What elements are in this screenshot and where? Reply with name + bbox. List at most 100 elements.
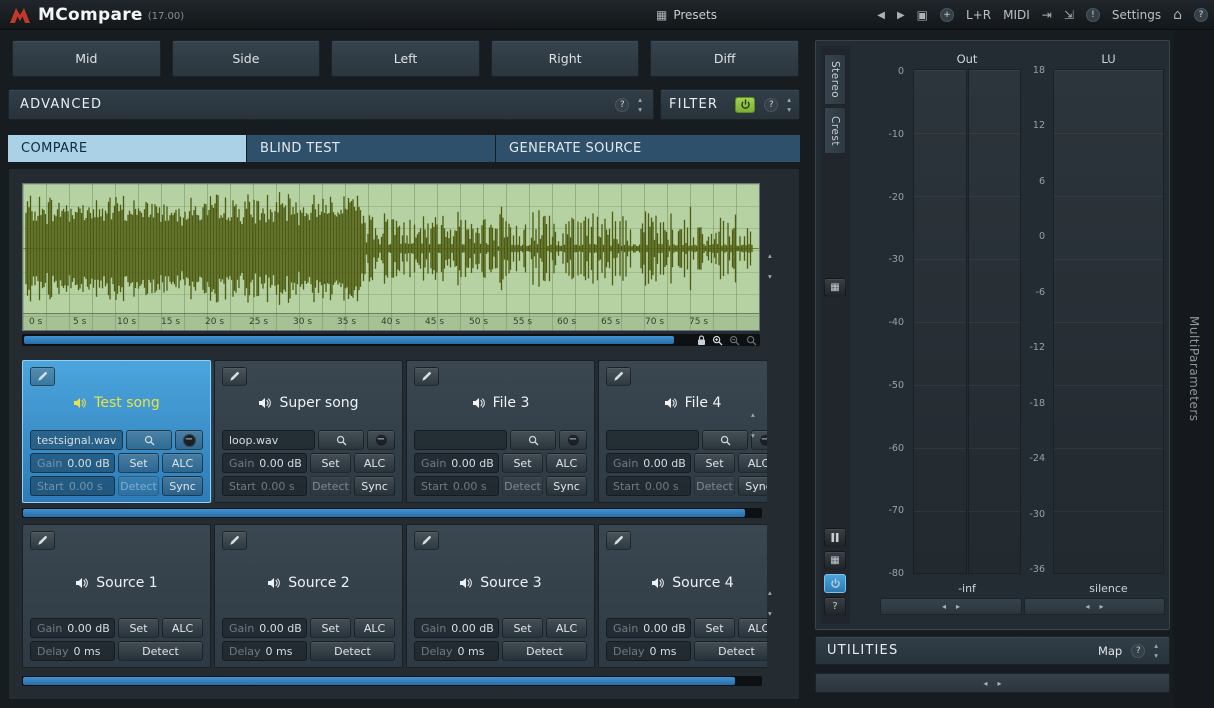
- filename-field[interactable]: [606, 430, 699, 450]
- multiparameters-strip[interactable]: MultiParameters: [1174, 30, 1214, 708]
- advanced-collapse-spinner[interactable]: ▴ ▾: [638, 96, 642, 113]
- help-icon[interactable]: ?: [1194, 8, 1208, 22]
- channel-button-left[interactable]: Left: [331, 40, 480, 77]
- zoom-all-icon[interactable]: [746, 335, 757, 346]
- browse-button[interactable]: [318, 430, 364, 450]
- tab-blind-test[interactable]: BLIND TEST: [247, 135, 495, 162]
- detect-button[interactable]: Detect: [502, 641, 587, 661]
- dock-icon[interactable]: ⇥: [1042, 8, 1052, 22]
- file-slots-scrollbar-handle[interactable]: [23, 509, 745, 517]
- meter-pause-button[interactable]: [824, 528, 846, 547]
- edit-button[interactable]: [414, 531, 439, 550]
- presets-button[interactable]: ▦ Presets: [656, 0, 717, 30]
- remove-button[interactable]: −: [559, 430, 587, 450]
- gain-field[interactable]: Gain 0.00 dB: [606, 453, 691, 473]
- filter-panel-bar[interactable]: FILTER ? ▴ ▾: [660, 89, 800, 120]
- set-button[interactable]: Set: [694, 618, 735, 638]
- next-preset-icon[interactable]: ▶: [897, 10, 905, 21]
- previous-preset-icon[interactable]: ◀: [877, 10, 885, 21]
- add-icon[interactable]: +: [940, 8, 955, 22]
- waveform-display[interactable]: [23, 184, 759, 313]
- sync-button[interactable]: Sync: [162, 476, 203, 496]
- alc-button[interactable]: ALC: [354, 618, 395, 638]
- channel-button-side[interactable]: Side: [171, 40, 321, 77]
- set-button[interactable]: Set: [310, 618, 351, 638]
- home-icon[interactable]: ⌂: [1173, 7, 1182, 23]
- set-button[interactable]: Set: [118, 618, 159, 638]
- source-slot[interactable]: Source 1 Gain 0.00 dB Set ALC Delay 0 ms…: [22, 524, 211, 668]
- source-slot[interactable]: Source 2 Gain 0.00 dB Set ALC Delay 0 ms…: [214, 524, 403, 668]
- delay-field[interactable]: Delay 0 ms: [606, 641, 691, 661]
- start-field[interactable]: Start 0.00 s: [222, 476, 307, 496]
- browse-button[interactable]: [126, 430, 172, 450]
- start-field[interactable]: Start 0.00 s: [606, 476, 691, 496]
- meter-tab-stereo[interactable]: Stereo: [824, 54, 846, 105]
- source-slots-count-spinner[interactable]: ▴ ▾: [768, 589, 772, 617]
- source-slots-scrollbar-handle[interactable]: [23, 677, 735, 685]
- gain-field[interactable]: Gain 0.00 dB: [414, 453, 499, 473]
- filter-collapse-spinner[interactable]: ▴ ▾: [787, 96, 791, 113]
- alc-button[interactable]: ALC: [354, 453, 395, 473]
- utilities-panel-bar[interactable]: UTILITIES Map ? ▴ ▾: [815, 636, 1170, 665]
- filename-field[interactable]: loop.wav: [222, 430, 315, 450]
- detect-button[interactable]: Detect: [118, 476, 159, 496]
- detect-button[interactable]: Detect: [310, 641, 395, 661]
- melda-logo-icon[interactable]: [9, 6, 31, 24]
- file-slot[interactable]: Super song loop.wav − Gain 0.00 dB Set A…: [214, 360, 403, 503]
- meter-table-button[interactable]: ▦: [824, 278, 846, 297]
- sync-button[interactable]: Sync: [546, 476, 587, 496]
- waveform-scrollbar[interactable]: [22, 334, 760, 346]
- screenshot-icon[interactable]: ▣: [917, 8, 928, 22]
- gain-field[interactable]: Gain 0.00 dB: [606, 618, 691, 638]
- set-button[interactable]: Set: [310, 453, 351, 473]
- start-field[interactable]: Start 0.00 s: [30, 476, 115, 496]
- channel-button-diff[interactable]: Diff: [650, 40, 799, 77]
- filename-field[interactable]: [414, 430, 507, 450]
- alc-button[interactable]: ALC: [738, 618, 767, 638]
- gain-field[interactable]: Gain 0.00 dB: [30, 453, 115, 473]
- meter-help-button[interactable]: ?: [824, 597, 846, 616]
- gain-field[interactable]: Gain 0.00 dB: [414, 618, 499, 638]
- file-slot[interactable]: File 3 − Gain 0.00 dB Set ALC Start 0.00…: [406, 360, 595, 503]
- lu-meter-range-slider[interactable]: ◂ ▸: [1024, 598, 1165, 615]
- utilities-collapse-spinner[interactable]: ▴ ▾: [1154, 642, 1158, 659]
- file-slots-count-spinner[interactable]: ▴ ▾: [751, 411, 755, 439]
- utilities-help-icon[interactable]: ?: [1131, 643, 1146, 658]
- filter-power-button[interactable]: [735, 96, 756, 113]
- sync-button[interactable]: Sync: [738, 476, 767, 496]
- lock-icon[interactable]: [697, 334, 706, 346]
- edit-button[interactable]: [30, 367, 55, 386]
- waveform-scrollbar-handle[interactable]: [24, 336, 674, 344]
- detect-button[interactable]: Detect: [694, 476, 735, 496]
- edit-button[interactable]: [222, 367, 247, 386]
- edit-button[interactable]: [30, 531, 55, 550]
- delay-field[interactable]: Delay 0 ms: [222, 641, 307, 661]
- gain-field[interactable]: Gain 0.00 dB: [222, 618, 307, 638]
- detect-button[interactable]: Detect: [694, 641, 767, 661]
- zoom-in-icon[interactable]: [712, 335, 723, 346]
- source-slot[interactable]: Source 3 Gain 0.00 dB Set ALC Delay 0 ms…: [406, 524, 595, 668]
- set-button[interactable]: Set: [694, 453, 735, 473]
- copy-icon[interactable]: ⇲: [1064, 8, 1074, 22]
- zoom-out-icon[interactable]: [729, 335, 740, 346]
- filename-field[interactable]: testsignal.wav: [30, 430, 123, 450]
- browse-button[interactable]: [702, 430, 748, 450]
- channel-button-right[interactable]: Right: [490, 40, 640, 77]
- midi-button[interactable]: MIDI: [1003, 8, 1030, 22]
- map-button[interactable]: Map: [1098, 644, 1122, 658]
- remove-button[interactable]: −: [175, 430, 203, 450]
- file-slot[interactable]: Test song testsignal.wav − Gain 0.00 dB …: [22, 360, 211, 503]
- delay-field[interactable]: Delay 0 ms: [414, 641, 499, 661]
- settings-button[interactable]: Settings: [1112, 8, 1161, 22]
- alc-button[interactable]: ALC: [738, 453, 767, 473]
- out-meter-range-slider[interactable]: ◂ ▸: [880, 598, 1022, 615]
- utilities-slider[interactable]: ◂ ▸: [815, 673, 1170, 693]
- detect-button[interactable]: Detect: [310, 476, 351, 496]
- alc-button[interactable]: ALC: [162, 453, 203, 473]
- file-slots-scrollbar[interactable]: [22, 508, 762, 518]
- gain-field[interactable]: Gain 0.00 dB: [30, 618, 115, 638]
- source-slots-scrollbar[interactable]: [22, 676, 762, 686]
- set-button[interactable]: Set: [118, 453, 159, 473]
- advanced-help-icon[interactable]: ?: [615, 97, 630, 112]
- alc-button[interactable]: ALC: [546, 618, 587, 638]
